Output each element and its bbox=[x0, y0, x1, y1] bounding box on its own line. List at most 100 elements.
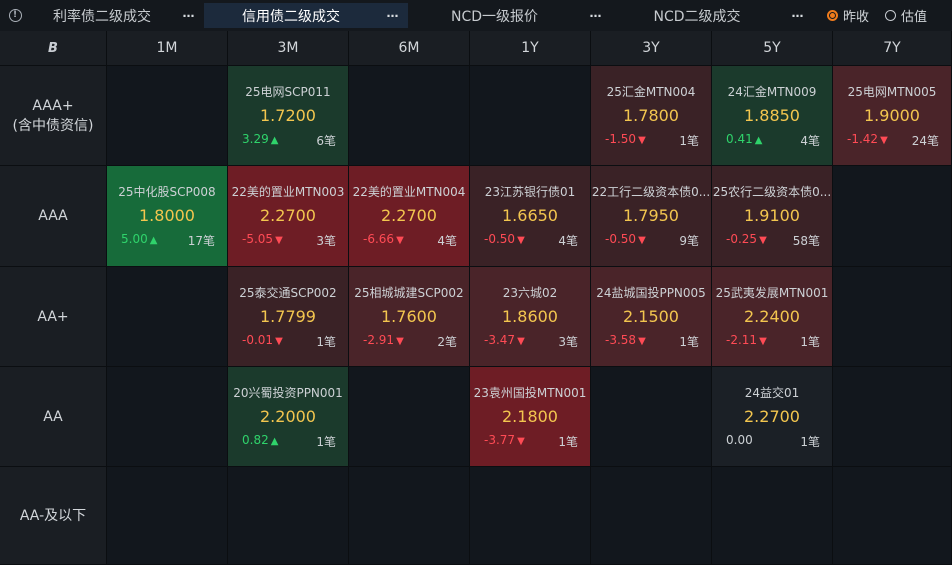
bond-name: 25电网SCP011 bbox=[245, 85, 331, 99]
empty-cell bbox=[833, 267, 952, 367]
row-header-0: AAA+ (含中债资信) bbox=[0, 66, 107, 166]
triangle-down-icon: ▼ bbox=[275, 235, 283, 246]
bond-cell[interactable]: 22美的置业MTN003 2.2700 -5.05 ▼ 3笔 bbox=[228, 166, 349, 267]
yield-change-value: -0.01 bbox=[242, 333, 274, 347]
trade-count: 1笔 bbox=[558, 435, 578, 449]
bond-yield: 1.7200 bbox=[260, 106, 316, 125]
triangle-down-icon: ▼ bbox=[638, 135, 646, 146]
bond-cell[interactable]: 25相城城建SCP002 1.7600 -2.91 ▼ 2笔 bbox=[349, 267, 470, 367]
radio-option-1[interactable]: 估值 bbox=[885, 6, 927, 25]
triangle-up-icon: ▲ bbox=[270, 135, 279, 146]
empty-cell bbox=[349, 467, 470, 565]
bond-cell[interactable]: 25武夷发展MTN001 2.2400 -2.11 ▼ 1笔 bbox=[712, 267, 833, 367]
column-header-5Y: 5Y bbox=[712, 31, 833, 66]
trade-count: 6笔 bbox=[316, 134, 336, 148]
bond-yield: 1.9000 bbox=[864, 106, 920, 125]
trade-count: 1笔 bbox=[800, 435, 820, 449]
bond-cell[interactable]: 23江苏银行债01 1.6650 -0.50 ▼ 4笔 bbox=[470, 166, 591, 267]
yield-change: 3.29 ▲ bbox=[242, 132, 278, 146]
bond-name: 22美的置业MTN003 bbox=[231, 185, 345, 199]
radio-circle-icon[interactable] bbox=[885, 10, 897, 21]
bond-cell[interactable]: 25农行二级资本债0... 1.9100 -0.25 ▼ 58笔 bbox=[712, 166, 833, 267]
bond-yield: 1.7600 bbox=[381, 307, 437, 326]
trade-count: 3笔 bbox=[316, 234, 336, 248]
bond-yield: 2.2400 bbox=[744, 307, 800, 326]
bond-cell[interactable]: 25中化股SCP008 1.8000 5.00 ▲ 17笔 bbox=[107, 166, 228, 267]
bond-cell[interactable]: 24益交01 2.2700 0.00 1笔 bbox=[712, 367, 833, 467]
yield-change: -0.50 ▼ bbox=[484, 232, 525, 246]
yield-change: -0.50 ▼ bbox=[605, 232, 646, 246]
yield-change-value: 0.00 bbox=[726, 433, 753, 447]
bond-cell[interactable]: 25电网MTN005 1.9000 -1.42 ▼ 24笔 bbox=[833, 66, 952, 166]
trade-count: 17笔 bbox=[187, 234, 215, 248]
yield-change: -1.50 ▼ bbox=[605, 132, 646, 146]
bond-cell[interactable]: 25汇金MTN004 1.7800 -1.50 ▼ 1笔 bbox=[591, 66, 712, 166]
bond-cell[interactable]: 25泰交通SCP002 1.7799 -0.01 ▼ 1笔 bbox=[228, 267, 349, 367]
more-icon[interactable]: ⋯ bbox=[783, 9, 813, 23]
tab-1[interactable]: 信用债二级成交 ⋯ bbox=[204, 3, 408, 28]
triangle-down-icon: ▼ bbox=[517, 436, 525, 447]
bond-cell[interactable]: 22工行二级资本债0... 1.7950 -0.50 ▼ 9笔 bbox=[591, 166, 712, 267]
tab-label: 利率债二级成交 bbox=[53, 8, 151, 25]
radio-circle-icon[interactable] bbox=[827, 10, 838, 21]
row-header-1: AAA bbox=[0, 166, 107, 267]
bond-name: 23六城02 bbox=[502, 286, 558, 300]
yield-change: 5.00 ▲ bbox=[121, 232, 157, 246]
bond-cell[interactable]: 23袁州国投MTN001 2.1800 -3.77 ▼ 1笔 bbox=[470, 367, 591, 467]
yield-change: 0.82 ▲ bbox=[242, 433, 278, 447]
bond-yield: 2.1500 bbox=[623, 307, 679, 326]
bond-cell[interactable]: 25电网SCP011 1.7200 3.29 ▲ 6笔 bbox=[228, 66, 349, 166]
yield-change-value: -2.11 bbox=[726, 333, 758, 347]
tab-list: 利率债二级成交 ⋯ 信用债二级成交 ⋯ NCD一级报价 ⋯ NCD二级成交 ⋯ bbox=[30, 0, 813, 31]
empty-cell bbox=[228, 467, 349, 565]
tab-2[interactable]: NCD一级报价 ⋯ bbox=[408, 3, 611, 28]
empty-cell bbox=[712, 467, 833, 565]
more-icon[interactable]: ⋯ bbox=[378, 9, 408, 23]
bond-name: 25电网MTN005 bbox=[847, 85, 937, 99]
top-tab-bar: ! 利率债二级成交 ⋯ 信用债二级成交 ⋯ NCD一级报价 ⋯ NCD二级成交 ⋯ 昨收 估值 bbox=[0, 0, 952, 32]
info-icon[interactable]: ! bbox=[0, 0, 30, 31]
triangle-down-icon: ▼ bbox=[275, 336, 283, 347]
empty-cell bbox=[470, 66, 591, 166]
empty-cell bbox=[833, 467, 952, 565]
empty-cell bbox=[833, 166, 952, 267]
radio-label: 昨收 bbox=[843, 10, 870, 25]
trade-count: 1笔 bbox=[679, 335, 699, 349]
bond-cell[interactable]: 24汇金MTN009 1.8850 0.41 ▲ 4笔 bbox=[712, 66, 833, 166]
radio-option-0[interactable]: 昨收 bbox=[827, 6, 869, 25]
triangle-up-icon: ▲ bbox=[754, 135, 763, 146]
bond-yield: 1.8600 bbox=[502, 307, 558, 326]
bond-yield: 1.8000 bbox=[139, 206, 195, 225]
triangle-down-icon: ▼ bbox=[880, 135, 888, 146]
triangle-down-icon: ▼ bbox=[517, 235, 525, 246]
more-icon[interactable]: ⋯ bbox=[581, 9, 611, 23]
column-header-1Y: 1Y bbox=[470, 31, 591, 66]
bond-cell[interactable]: 24盐城国投PPN005 2.1500 -3.58 ▼ 1笔 bbox=[591, 267, 712, 367]
yield-change: -2.91 ▼ bbox=[363, 333, 404, 347]
yield-change-value: 0.41 bbox=[726, 132, 753, 146]
triangle-down-icon: ▼ bbox=[638, 336, 646, 347]
tab-0[interactable]: 利率债二级成交 ⋯ bbox=[30, 3, 204, 28]
yield-change: -2.11 ▼ bbox=[726, 333, 767, 347]
price-basis-radio-group: 昨收 估值 bbox=[821, 6, 937, 25]
bond-cell[interactable]: 20兴蜀投资PPN001 2.2000 0.82 ▲ 1笔 bbox=[228, 367, 349, 467]
bond-cell[interactable]: 22美的置业MTN004 2.2700 -6.66 ▼ 4笔 bbox=[349, 166, 470, 267]
empty-cell bbox=[591, 467, 712, 565]
empty-cell bbox=[107, 367, 228, 467]
yield-change-value: 0.82 bbox=[242, 433, 269, 447]
bond-yield: 2.2000 bbox=[260, 407, 316, 426]
bond-name: 25相城城建SCP002 bbox=[354, 286, 464, 300]
column-header-3M: 3M bbox=[228, 31, 349, 66]
bond-yield: 1.7950 bbox=[623, 206, 679, 225]
row-header-label: AA bbox=[43, 408, 63, 425]
bond-cell[interactable]: 23六城02 1.8600 -3.47 ▼ 3笔 bbox=[470, 267, 591, 367]
yield-change-value: 3.29 bbox=[242, 132, 269, 146]
bond-name: 23袁州国投MTN001 bbox=[473, 386, 587, 400]
yield-change: 0.41 ▲ bbox=[726, 132, 762, 146]
bond-yield: 1.9100 bbox=[744, 206, 800, 225]
triangle-down-icon: ▼ bbox=[396, 336, 404, 347]
bond-name: 20兴蜀投资PPN001 bbox=[233, 386, 343, 400]
more-icon[interactable]: ⋯ bbox=[174, 9, 204, 23]
trade-count: 1笔 bbox=[316, 335, 336, 349]
tab-3[interactable]: NCD二级成交 ⋯ bbox=[611, 3, 813, 28]
